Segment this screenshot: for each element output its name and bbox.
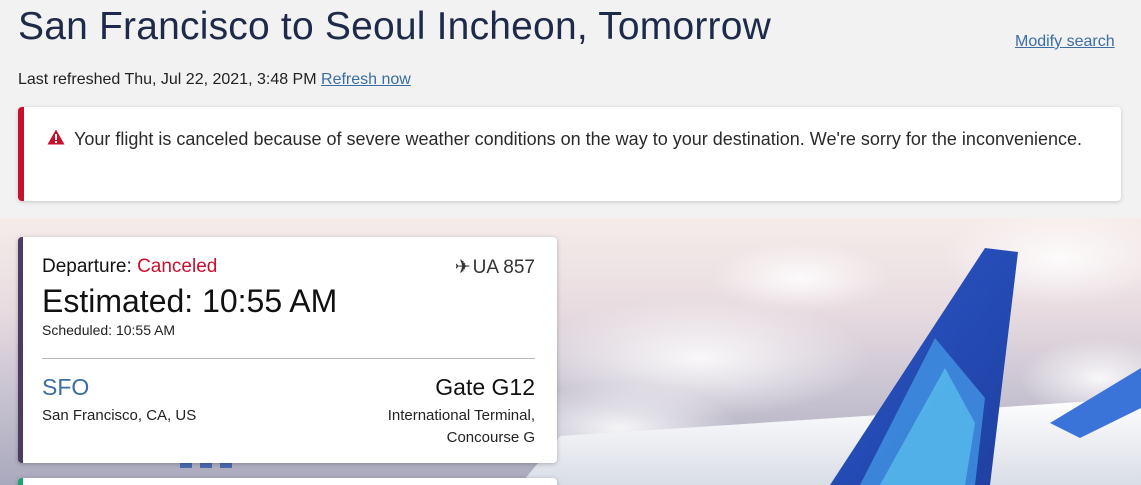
departure-status: Canceled xyxy=(137,256,218,277)
terminal-concourse: International Terminal, Concourse G xyxy=(387,407,535,446)
last-refreshed-text: Last refreshed Thu, Jul 22, 2021, 3:48 P… xyxy=(18,71,317,88)
page-title: San Francisco to Seoul Incheon, Tomorrow xyxy=(18,5,771,48)
departure-airport-code[interactable]: SFO xyxy=(42,374,89,401)
scheduled-time: Scheduled: 10:55 AM xyxy=(42,322,176,338)
departure-card[interactable]: Departure: Canceled ✈ UA 857 Estimated: 1… xyxy=(18,237,557,463)
gate: Gate G12 xyxy=(435,374,535,400)
refresh-now-link[interactable]: Refresh now xyxy=(321,71,411,88)
plane-icon: ✈ xyxy=(454,257,471,278)
departure-airport-city: San Francisco, CA, US xyxy=(42,407,197,424)
departure-label-text: Departure: xyxy=(42,256,132,277)
divider xyxy=(42,358,535,359)
header-section: San Francisco to Seoul Incheon, Tomorrow… xyxy=(0,0,1141,218)
flight-number: ✈ UA 857 xyxy=(455,256,535,279)
estimated-time: Estimated: 10:55 AM xyxy=(42,283,338,319)
modify-search-link[interactable]: Modify search xyxy=(1015,33,1115,51)
departure-label: Departure: Canceled xyxy=(42,256,217,278)
warning-triangle-icon xyxy=(47,129,65,145)
last-refreshed: Last refreshed Thu, Jul 22, 2021, 3:48 P… xyxy=(18,71,411,89)
alert-message: Your flight is canceled because of sever… xyxy=(74,129,1083,149)
flight-number-text: UA 857 xyxy=(472,257,535,278)
cancellation-alert: Your flight is canceled because of sever… xyxy=(18,107,1121,201)
arrival-card[interactable] xyxy=(18,478,557,485)
